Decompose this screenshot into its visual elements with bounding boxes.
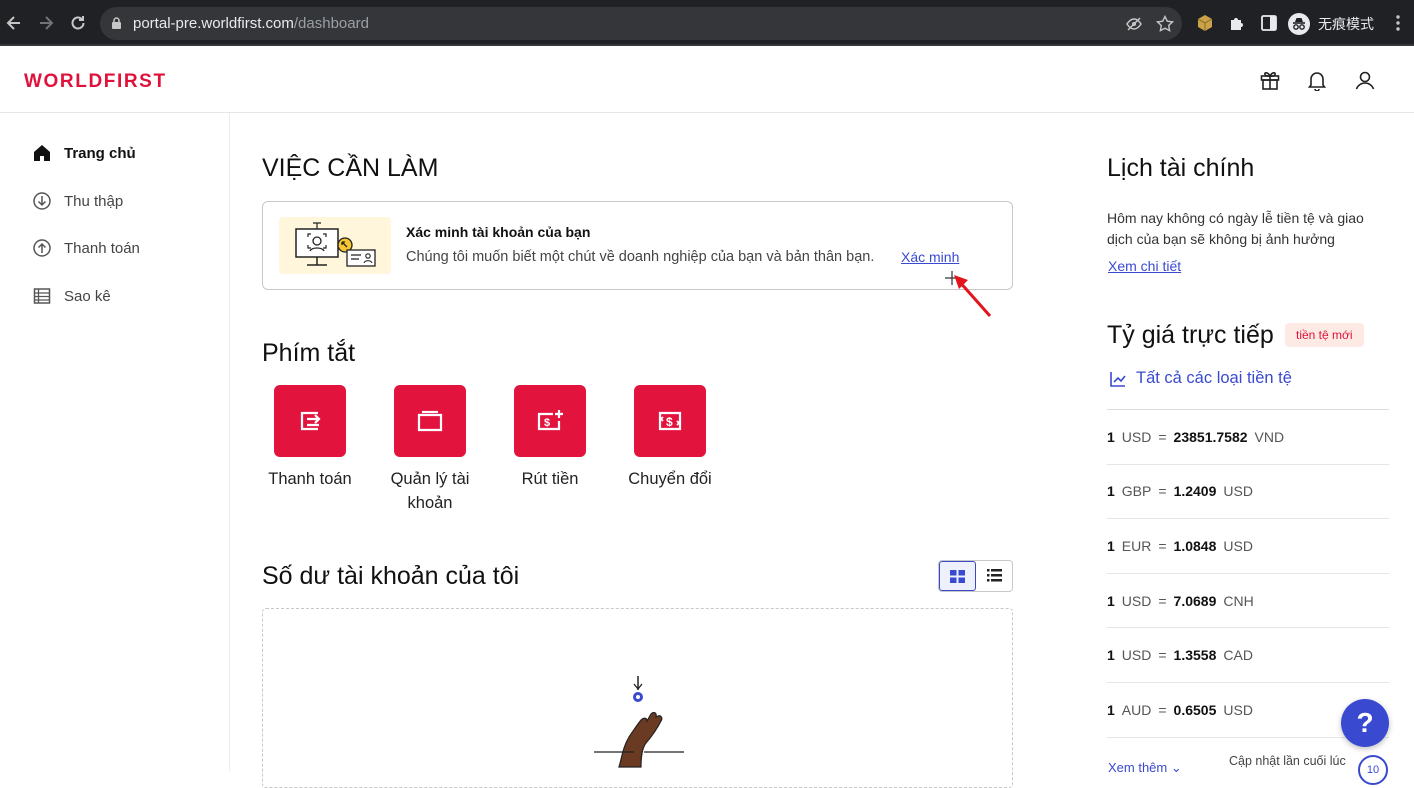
list-icon xyxy=(986,569,1002,582)
last-updated-text: Cập nhật lần cuối lúc xyxy=(1229,754,1346,768)
withdraw-icon: $ xyxy=(537,410,563,431)
refresh-countdown: 10 xyxy=(1358,755,1388,785)
bookmark-star-icon[interactable] xyxy=(1156,15,1174,33)
shortcut-withdraw[interactable]: $ Rút tiền xyxy=(495,385,605,491)
grid-icon xyxy=(950,570,965,583)
home-icon xyxy=(34,145,50,161)
pay-icon xyxy=(33,239,51,257)
annotation-arrow-icon xyxy=(945,271,992,317)
balance-empty-state xyxy=(262,608,1013,788)
grid-view-button[interactable] xyxy=(939,561,976,591)
all-currencies-link[interactable]: Tất cả các loại tiền tệ xyxy=(1109,369,1292,388)
user-icon[interactable] xyxy=(1354,69,1376,91)
view-toggle xyxy=(938,560,1013,592)
shortcut-tile[interactable] xyxy=(274,385,346,457)
chart-trend-icon xyxy=(1110,371,1126,387)
calendar-text: Hôm nay không có ngày lễ tiền tệ và giao… xyxy=(1107,210,1364,247)
incognito-label: 无痕模式 xyxy=(1318,17,1374,33)
sidebar-item-home[interactable]: Trang chủ xyxy=(32,141,136,165)
todo-card-title: Xác minh tài khoản của bạn xyxy=(406,224,591,240)
exchange-icon: $ xyxy=(658,411,682,431)
rate-row: 1 USD = 1.3558 CAD xyxy=(1107,628,1389,683)
address-bar[interactable]: portal-pre.worldfirst.com/dashboard xyxy=(100,7,1182,40)
svg-text:$: $ xyxy=(544,417,550,429)
incognito-icon xyxy=(1288,13,1310,35)
shortcut-tile[interactable]: $ xyxy=(634,385,706,457)
sidebar-item-payment[interactable]: Thanh toán xyxy=(32,236,140,260)
sidebar-item-collect[interactable]: Thu thập xyxy=(32,189,123,213)
rates-list: 1 USD = 23851.7582 VND 1 GBP = 1.2409 USD 1 EUR = 1… xyxy=(1107,409,1389,738)
see-more-label: Xem thêm xyxy=(1108,760,1168,775)
back-icon[interactable] xyxy=(4,13,24,33)
sidebar: Trang chủ Thu thập Thanh toán Sao kê xyxy=(0,113,230,771)
rates-heading: Tỷ giá trực tiếp xyxy=(1107,321,1274,349)
collect-icon xyxy=(33,192,51,210)
shortcut-label: Quản lý tài khoản xyxy=(390,470,470,512)
shortcut-tile[interactable] xyxy=(394,385,466,457)
verification-illustration xyxy=(279,217,391,274)
sidebar-item-label: Trang chủ xyxy=(64,144,136,162)
todo-heading: VIỆC CẦN LÀM xyxy=(262,154,439,182)
side-panel-icon[interactable] xyxy=(1260,14,1278,32)
transfer-icon xyxy=(300,411,321,431)
sidebar-item-statement[interactable]: Sao kê xyxy=(32,284,111,308)
shortcuts-heading: Phím tắt xyxy=(262,339,356,367)
sidebar-item-label: Thanh toán xyxy=(64,239,140,257)
bell-icon[interactable] xyxy=(1306,69,1328,91)
new-currency-badge: tiền tệ mới xyxy=(1285,323,1364,347)
app-header: WORLDFIRST xyxy=(0,46,1414,113)
shortcut-manage-accounts[interactable]: Quản lý tài khoản xyxy=(375,385,485,515)
incognito-indicator[interactable]: 无痕模式 xyxy=(1288,11,1382,37)
shortcut-label: Chuyển đổi xyxy=(628,470,712,488)
sidebar-item-label: Sao kê xyxy=(64,287,111,305)
help-button[interactable]: ? xyxy=(1341,699,1389,747)
balance-heading: Số dư tài khoản của tôi xyxy=(262,562,520,590)
reload-icon[interactable] xyxy=(68,13,88,33)
shortcut-convert[interactable]: $ Chuyển đổi xyxy=(615,385,725,491)
todo-card-description: Chúng tôi muốn biết một chút về doanh ng… xyxy=(406,249,875,265)
extension-box-icon[interactable] xyxy=(1196,14,1214,32)
chevron-down-icon: ⌄ xyxy=(1170,760,1182,775)
all-currencies-label: Tất cả các loại tiền tệ xyxy=(1136,369,1292,387)
svg-text:$: $ xyxy=(666,415,673,429)
list-view-button[interactable] xyxy=(976,561,1012,591)
verify-account-card: Xác minh tài khoản của bạn Chúng tôi muố… xyxy=(262,201,1013,290)
sidebar-item-label: Thu thập xyxy=(64,192,124,210)
gift-icon[interactable] xyxy=(1259,69,1281,91)
statement-icon xyxy=(33,288,51,304)
see-more-link[interactable]: Xem thêm ⌄ xyxy=(1108,760,1182,776)
rate-row: 1 USD = 7.0689 CNH xyxy=(1107,574,1389,629)
eye-off-icon[interactable] xyxy=(1125,15,1143,33)
extensions-puzzle-icon[interactable] xyxy=(1228,14,1246,32)
browser-toolbar: portal-pre.worldfirst.com/dashboard 无痕模式 xyxy=(0,0,1414,46)
hand-coin-illustration xyxy=(594,676,684,768)
shortcut-label: Rút tiền xyxy=(521,470,579,488)
shortcut-payment[interactable]: Thanh toán xyxy=(255,385,365,491)
shortcut-tile[interactable]: $ xyxy=(514,385,586,457)
calendar-details-link[interactable]: Xem chi tiết xyxy=(1108,258,1181,274)
shortcut-label: Thanh toán xyxy=(268,470,352,488)
lock-icon xyxy=(112,17,121,29)
forward-icon[interactable] xyxy=(36,13,56,33)
folder-icon xyxy=(417,410,443,432)
rate-row: 1 EUR = 1.0848 USD xyxy=(1107,519,1389,574)
browser-menu-icon[interactable] xyxy=(1390,13,1406,33)
worldfirst-logo[interactable]: WORLDFIRST xyxy=(24,71,167,93)
calendar-heading: Lịch tài chính xyxy=(1107,154,1255,182)
rate-row: 1 GBP = 1.2409 USD xyxy=(1107,465,1389,520)
url-text: portal-pre.worldfirst.com/dashboard xyxy=(133,15,369,32)
rate-row: 1 USD = 23851.7582 VND xyxy=(1107,410,1389,465)
